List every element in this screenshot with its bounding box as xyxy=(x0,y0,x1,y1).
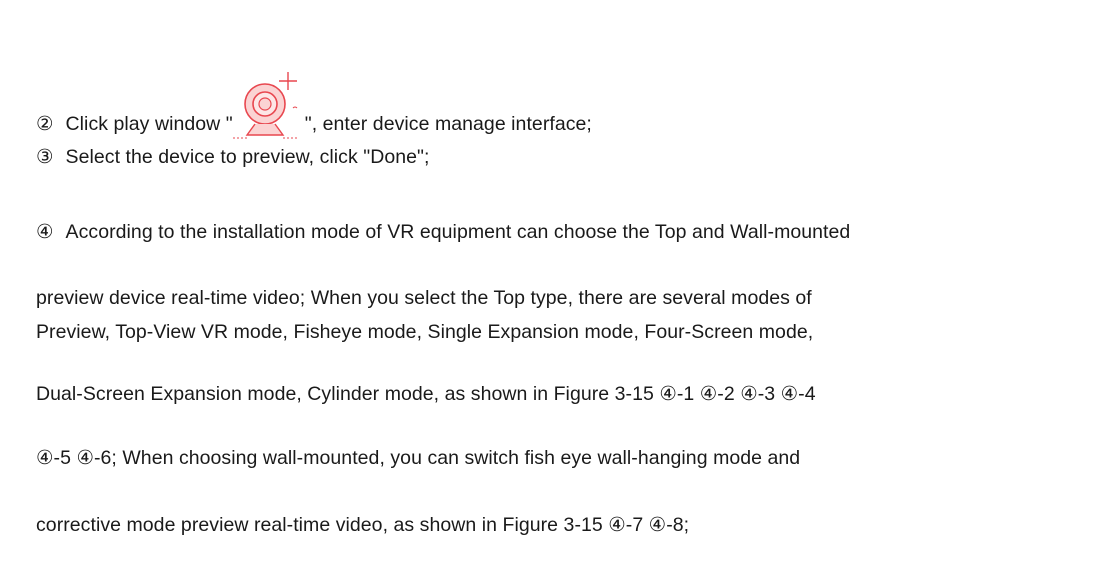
camera-add-icon xyxy=(232,68,305,142)
document-page: ② Click play window " ", enter device man… xyxy=(0,0,1102,583)
step-4-line-5: ④-5 ④-6; When choosing wall-mounted, you… xyxy=(36,447,801,469)
step-marker: ② xyxy=(36,112,54,135)
step-4: ④ According to the installation mode of V… xyxy=(36,220,850,244)
step-2-text-after: ", enter device manage interface; xyxy=(304,113,592,135)
step-2-text-before: Click play window " xyxy=(65,113,233,135)
step-4-line-3: Preview, Top-View VR mode, Fisheye mode,… xyxy=(36,321,814,343)
step-4-line-2: preview device real-time video; When you… xyxy=(36,287,812,309)
step-marker: ③ xyxy=(36,145,54,168)
step-3-text: Select the device to preview, click "Don… xyxy=(65,146,430,168)
step-2: ② Click play window " ", enter device man… xyxy=(36,68,592,139)
step-marker: ④ xyxy=(36,220,54,243)
step-4-line-4: Dual-Screen Expansion mode, Cylinder mod… xyxy=(36,383,816,405)
step-3: ③ Select the device to preview, click "Do… xyxy=(36,145,429,169)
step-4-first-line: According to the installation mode of VR… xyxy=(65,221,851,243)
step-4-line-6: corrective mode preview real-time video,… xyxy=(36,514,690,536)
